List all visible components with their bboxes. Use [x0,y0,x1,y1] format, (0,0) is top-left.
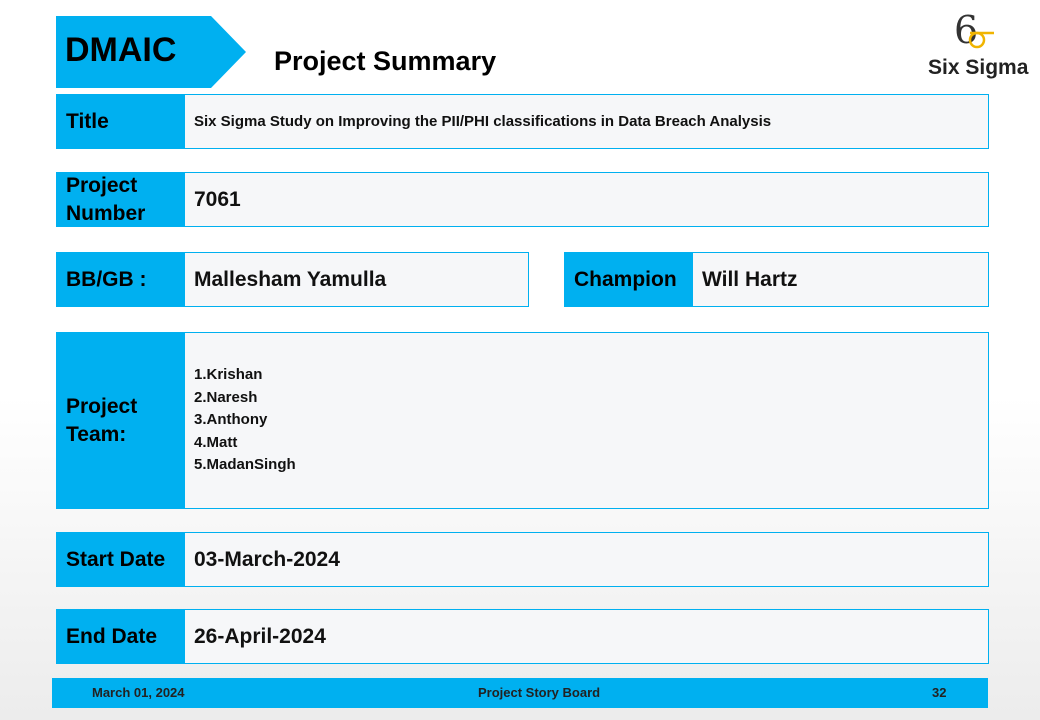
champion-label: Champion [565,253,693,306]
bb-gb-label: BB/GB : [57,253,185,306]
champion-value: Will Hartz [702,267,798,291]
list-item: 3.Anthony [194,411,268,429]
footer-date: March 01, 2024 [92,685,185,700]
project-team-value: 1.Krishan 2.Naresh 3.Anthony 4.Matt 5.Ma… [185,333,988,508]
list-item: 1.Krishan [194,366,263,384]
project-number-label: Project Number [57,173,185,226]
footer-title: Project Story Board [478,685,601,700]
champion-row: Champion Will Hartz [564,252,989,307]
start-date-value: 03-March-2024 [194,547,340,571]
bb-gb-row: BB/GB : Mallesham Yamulla [56,252,529,307]
dmaic-label: DMAIC [65,30,177,69]
list-item: 4.Matt [194,433,238,451]
title-value: Six Sigma Study on Improving the PII/PHI… [194,113,772,130]
sigma-icon [968,31,994,49]
start-date-row: Start Date 03-March-2024 [56,532,989,587]
footer-bar: March 01, 2024 Project Story Board 32 [52,678,988,708]
team-list: 1.Krishan 2.Naresh 3.Anthony 4.Matt 5.Ma… [194,364,296,477]
title-row: Title Six Sigma Study on Improving the P… [56,94,989,149]
project-number-value: 7061 [194,187,241,211]
start-date-label: Start Date [57,533,185,586]
project-team-row: Project Team: 1.Krishan 2.Naresh 3.Antho… [56,332,989,509]
end-date-label: End Date [57,610,185,663]
logo-text: Six Sigma [928,56,1029,79]
end-date-value: 26-April-2024 [194,624,326,648]
end-date-row: End Date 26-April-2024 [56,609,989,664]
project-team-label: Project Team: [57,333,185,508]
six-sigma-logo: 6 Six Sigma [920,8,1030,84]
list-item: 2.Naresh [194,388,258,406]
project-number-row: Project Number 7061 [56,172,989,227]
bb-gb-value: Mallesham Yamulla [194,267,387,291]
page-number: 32 [932,685,947,700]
title-label: Title [57,95,185,148]
list-item: 5.MadanSingh [194,456,296,474]
page-title: Project Summary [274,46,497,76]
dmaic-tag: DMAIC [56,16,246,88]
